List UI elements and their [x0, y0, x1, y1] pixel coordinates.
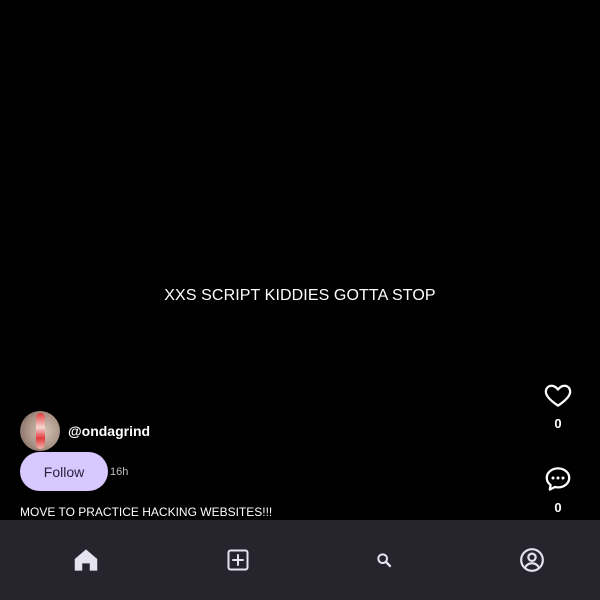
bottom-nav [0, 520, 600, 600]
post-caption: MOVE TO PRACTICE HACKING WEBSITES!!! [20, 505, 273, 519]
avatar[interactable] [20, 411, 60, 451]
follow-row: Follow 16h [20, 452, 128, 491]
like-button[interactable]: 0 [528, 380, 588, 431]
like-count: 0 [554, 416, 562, 431]
nav-add-post[interactable] [220, 542, 256, 578]
search-icon [377, 553, 392, 568]
follow-button[interactable]: Follow [20, 452, 108, 491]
comment-button[interactable]: 0 [528, 464, 588, 515]
nav-profile[interactable] [514, 542, 550, 578]
nav-search[interactable] [366, 542, 402, 578]
add-post-icon [227, 549, 249, 571]
comment-icon [545, 467, 571, 491]
heart-icon [544, 384, 572, 407]
author-row: @ondagrind [20, 411, 150, 451]
comment-count: 0 [554, 500, 562, 515]
post-time: 16h [110, 465, 129, 478]
username[interactable]: @ondagrind [68, 423, 150, 439]
post-text: XXS SCRIPT KIDDIES GOTTA STOP [164, 287, 436, 304]
post-screen: XXS SCRIPT KIDDIES GOTTA STOP 0 0 @ondag… [0, 0, 600, 600]
profile-icon [520, 548, 544, 572]
home-icon [74, 549, 98, 571]
nav-home[interactable] [68, 542, 104, 578]
